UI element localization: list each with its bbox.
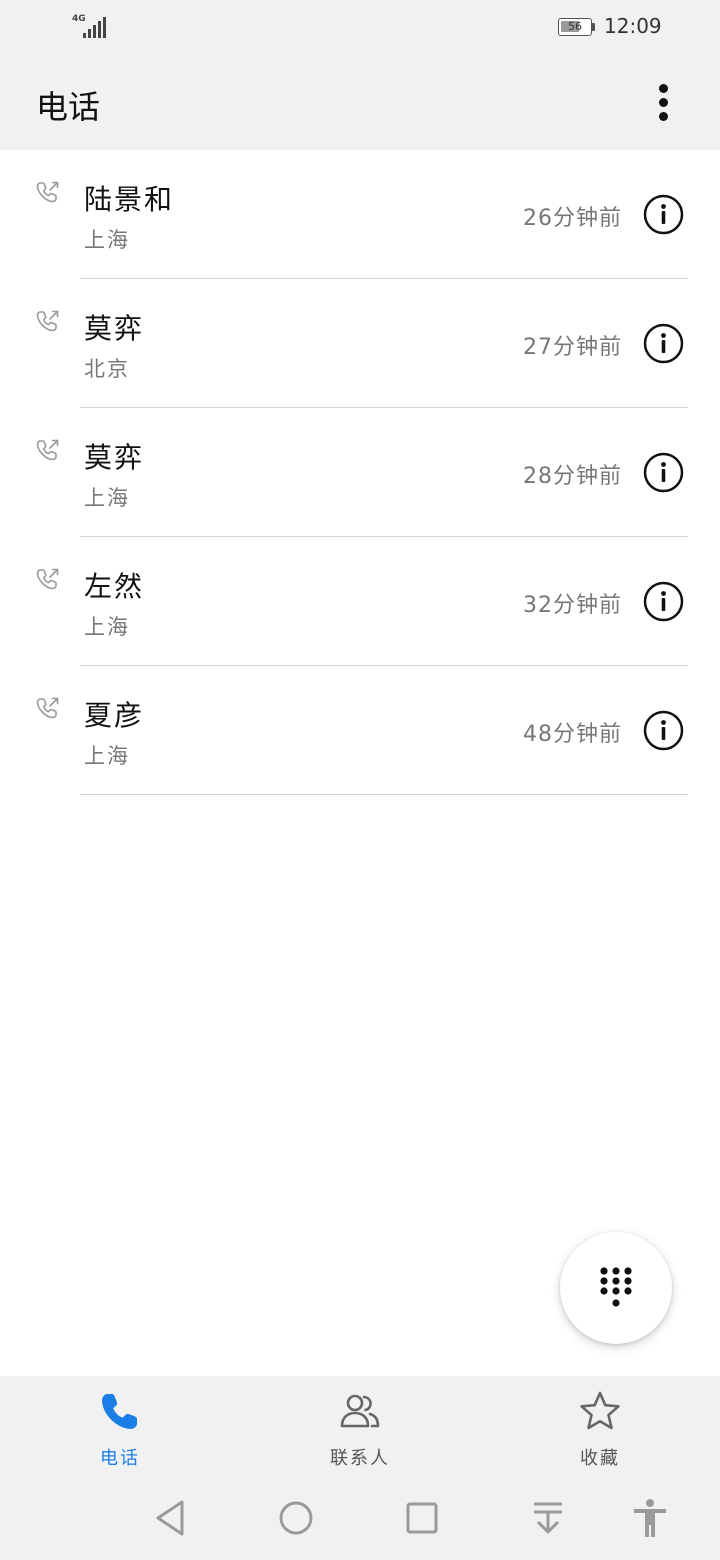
- accessibility-icon[interactable]: [630, 1498, 670, 1538]
- call-log-row[interactable]: 莫弈 上海 28分钟前: [0, 408, 720, 537]
- dialpad-icon: [600, 1267, 632, 1307]
- info-icon[interactable]: [643, 581, 684, 622]
- call-time: 27分钟前: [523, 335, 622, 360]
- tab-favorites[interactable]: 收藏: [480, 1376, 720, 1476]
- outgoing-call-icon: [36, 568, 59, 590]
- notification-pull-icon[interactable]: [528, 1498, 568, 1538]
- caller-location: 北京: [84, 357, 130, 381]
- caller-name: 夏彦: [84, 699, 145, 732]
- outgoing-call-icon: [36, 181, 59, 203]
- status-bar: 4G 56 12:09: [0, 0, 720, 56]
- dialpad-button[interactable]: [560, 1232, 672, 1344]
- back-icon[interactable]: [150, 1498, 190, 1538]
- star-icon: [580, 1391, 620, 1430]
- caller-name: 莫弈: [84, 441, 145, 474]
- outgoing-call-icon: [36, 310, 59, 332]
- caller-location: 上海: [84, 486, 130, 510]
- info-icon[interactable]: [643, 710, 684, 751]
- call-time: 28分钟前: [523, 464, 622, 489]
- info-icon[interactable]: [643, 452, 684, 493]
- status-clock: 12:09: [604, 14, 662, 38]
- info-icon[interactable]: [643, 323, 684, 364]
- call-time: 32分钟前: [523, 593, 622, 618]
- call-log-row[interactable]: 陆景和 上海 26分钟前: [0, 150, 720, 279]
- caller-location: 上海: [84, 744, 130, 768]
- system-navigation-bar: [0, 1476, 720, 1560]
- outgoing-call-icon: [36, 697, 59, 719]
- tab-contacts-label: 联系人: [330, 1448, 390, 1469]
- more-options-button[interactable]: [644, 78, 684, 126]
- info-icon[interactable]: [643, 194, 684, 235]
- caller-location: 上海: [84, 615, 130, 639]
- row-divider: [80, 794, 688, 795]
- tab-phone-label: 电话: [100, 1448, 140, 1469]
- call-time: 26分钟前: [523, 206, 622, 231]
- cellular-signal-icon: 4G: [72, 14, 108, 40]
- outgoing-call-icon: [36, 439, 59, 461]
- caller-name: 陆景和: [84, 183, 175, 216]
- contacts-icon: [340, 1394, 380, 1428]
- home-icon[interactable]: [276, 1498, 316, 1538]
- call-log-row[interactable]: 左然 上海 32分钟前: [0, 537, 720, 666]
- tab-phone[interactable]: 电话: [0, 1376, 240, 1476]
- tab-contacts[interactable]: 联系人: [240, 1376, 480, 1476]
- call-log-list: 陆景和 上海 26分钟前 莫弈 北京 27分钟前 莫弈 上海 28分钟前 左然 …: [0, 150, 720, 795]
- call-time: 48分钟前: [523, 722, 622, 747]
- battery-icon: 56: [558, 18, 596, 38]
- call-log-row[interactable]: 夏彦 上海 48分钟前: [0, 666, 720, 795]
- phone-icon: [102, 1394, 137, 1429]
- recents-icon[interactable]: [402, 1498, 442, 1538]
- app-bar: 电话: [0, 56, 720, 150]
- caller-name: 左然: [84, 570, 145, 603]
- caller-location: 上海: [84, 228, 130, 252]
- caller-name: 莫弈: [84, 312, 145, 345]
- call-log-row[interactable]: 莫弈 北京 27分钟前: [0, 279, 720, 408]
- page-title: 电话: [36, 88, 101, 126]
- bottom-navigation: 电话 联系人 收藏: [0, 1376, 720, 1476]
- more-vertical-icon: [659, 84, 668, 93]
- tab-favorites-label: 收藏: [580, 1448, 620, 1469]
- battery-level: 56: [568, 20, 582, 33]
